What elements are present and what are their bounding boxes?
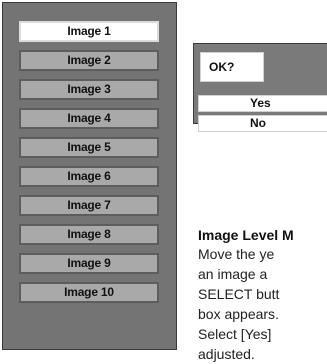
list-item-image-4[interactable]: Image 4 (19, 108, 159, 129)
instruction-text: Image Level M Move the ye an image a SEL… (198, 226, 327, 364)
instruction-line: Select [Yes] (198, 326, 272, 342)
instruction-line: an image a (198, 266, 268, 282)
instruction-body: Move the ye an image a SELECT butt box a… (198, 244, 327, 364)
instruction-line: Move the ye (198, 246, 275, 262)
no-button[interactable]: No (198, 115, 327, 132)
list-item-image-7[interactable]: Image 7 (19, 195, 159, 216)
list-item-image-6[interactable]: Image 6 (19, 166, 159, 187)
image-level-list: Image 1 Image 2 Image 3 Image 4 Image 5 … (19, 21, 159, 311)
list-item-image-8[interactable]: Image 8 (19, 224, 159, 245)
section-heading: Image Level M (198, 227, 294, 243)
list-item-image-10[interactable]: Image 10 (19, 282, 159, 303)
instruction-line: box appears. (198, 306, 279, 322)
yes-button[interactable]: Yes (198, 95, 327, 112)
image-level-list-panel: Image 1 Image 2 Image 3 Image 4 Image 5 … (2, 2, 177, 350)
instruction-line: adjusted. (198, 346, 255, 362)
dialog-title: OK? (200, 52, 264, 82)
list-item-image-2[interactable]: Image 2 (19, 50, 159, 71)
list-item-image-3[interactable]: Image 3 (19, 79, 159, 100)
confirm-dialog: OK? Yes No (193, 43, 327, 132)
instruction-line: SELECT butt (198, 286, 280, 302)
list-item-image-5[interactable]: Image 5 (19, 137, 159, 158)
list-item-image-1[interactable]: Image 1 (19, 21, 159, 42)
list-item-image-9[interactable]: Image 9 (19, 253, 159, 274)
